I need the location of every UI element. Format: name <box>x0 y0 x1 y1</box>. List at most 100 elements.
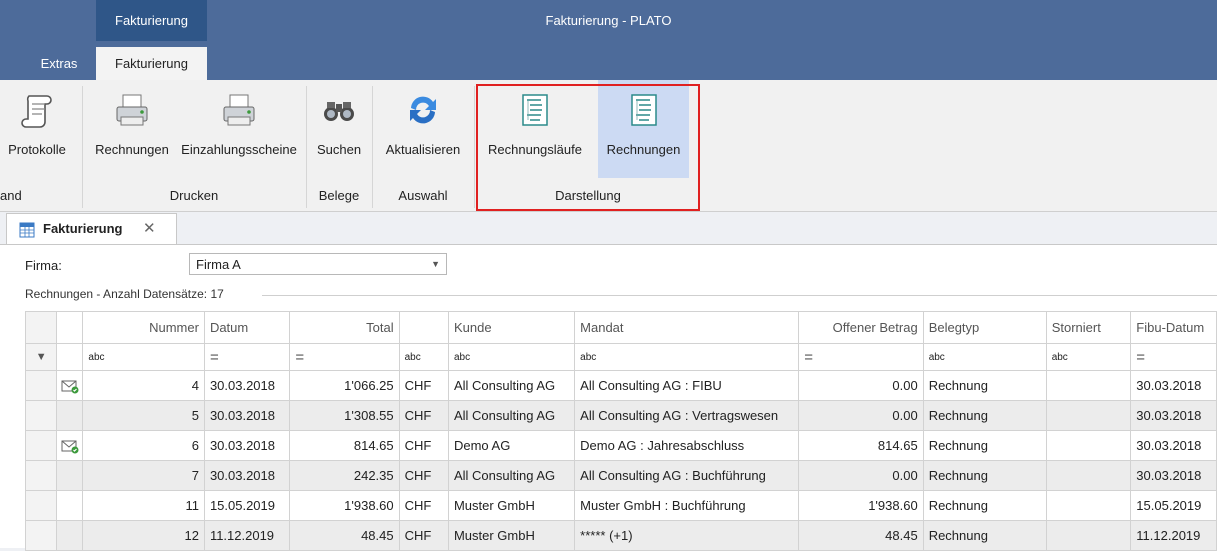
table-row[interactable]: 5 30.03.2018 1'308.55 CHF All Consulting… <box>24 400 1217 431</box>
icon-cell <box>56 400 84 431</box>
cell-waehrung: CHF <box>398 370 449 401</box>
cell-waehrung: CHF <box>398 490 449 521</box>
document-tab-fakturierung[interactable]: Fakturierung ✕ <box>6 213 177 246</box>
cell-mandat: Demo AG : Jahresabschluss <box>574 430 800 461</box>
cell-nummer: 12 <box>82 520 205 551</box>
cell-storniert <box>1045 520 1132 551</box>
table-row[interactable]: 6 30.03.2018 814.65 CHF Demo AG Demo AG … <box>24 430 1217 461</box>
protokolle-label: Protokolle <box>8 142 66 157</box>
firma-select[interactable]: Firma A ▼ <box>189 253 447 275</box>
group-separator <box>474 86 475 208</box>
group-label-partial: and <box>0 188 22 203</box>
cell-belegtyp: Rechnung <box>922 370 1047 401</box>
protokolle-button[interactable]: Protokolle <box>0 80 74 178</box>
filter-cell-datum[interactable]: = <box>203 343 291 371</box>
einzahlungsscheine-label: Einzahlungsscheine <box>181 142 297 157</box>
filter-cell-storniert[interactable]: abc <box>1045 343 1132 371</box>
cell-offener-betrag: 0.00 <box>798 460 924 491</box>
cell-kunde: All Consulting AG <box>447 460 576 491</box>
cell-belegtyp: Rechnung <box>922 400 1047 431</box>
title-bar: Fakturierung Fakturierung - PLATO Extras… <box>0 0 1217 80</box>
table-row[interactable]: 7 30.03.2018 242.35 CHF All Consulting A… <box>24 460 1217 491</box>
cell-datum: 11.12.2019 <box>203 520 291 551</box>
filter-cell-kunde[interactable]: abc <box>447 343 576 371</box>
header-row: Nummer Datum Total Kunde Mandat Offener … <box>24 311 1217 344</box>
icon-cell <box>56 370 84 401</box>
table-row[interactable]: 11 15.05.2019 1'938.60 CHF Muster GmbH M… <box>24 490 1217 521</box>
column-header-belegtyp[interactable]: Belegtyp <box>922 311 1047 344</box>
cell-nummer: 11 <box>82 490 205 521</box>
icon-cell <box>56 430 84 461</box>
cell-kunde: All Consulting AG <box>447 400 576 431</box>
cell-mandat: ***** (+1) <box>574 520 800 551</box>
aktualisieren-button[interactable]: Aktualisieren <box>376 80 470 178</box>
main-panel: Firma: Firma A ▼ Rechnungen - Anzahl Dat… <box>0 244 1217 551</box>
highlight-box <box>476 84 700 211</box>
cell-fibu-datum: 15.05.2019 <box>1130 490 1217 521</box>
cell-fibu-datum: 30.03.2018 <box>1130 430 1217 461</box>
close-icon[interactable]: ✕ <box>143 219 156 237</box>
cell-total: 1'308.55 <box>289 400 400 431</box>
cell-nummer: 4 <box>82 370 205 401</box>
row-indicator <box>24 400 58 431</box>
cell-mandat: All Consulting AG : Buchführung <box>574 460 800 491</box>
column-header-fibu-datum[interactable]: Fibu-Datum <box>1130 311 1217 344</box>
column-header-datum[interactable]: Datum <box>203 311 291 344</box>
filter-cell-total[interactable]: = <box>289 343 400 371</box>
filter-cell <box>56 343 84 371</box>
cell-belegtyp: Rechnung <box>922 490 1047 521</box>
cell-nummer: 7 <box>82 460 205 491</box>
cell-storniert <box>1045 400 1132 431</box>
group-label-drucken: Drucken <box>169 188 219 203</box>
icon-cell <box>56 490 84 521</box>
row-indicator-header <box>24 311 58 344</box>
table-row[interactable]: 12 11.12.2019 48.45 CHF Muster GmbH ****… <box>24 520 1217 551</box>
scroll-icon <box>21 95 52 128</box>
suchen-button[interactable]: Suchen <box>310 80 368 178</box>
document-tab-label: Fakturierung <box>43 221 123 236</box>
filter-cell-waehrung[interactable]: abc <box>398 343 449 371</box>
spreadsheet-icon <box>19 222 35 238</box>
filter-cell-nummer[interactable]: abc <box>82 343 205 371</box>
filter-row: ▼ abc = = abc abc abc = abc abc = <box>24 343 1217 371</box>
tab-fakturierung[interactable]: Fakturierung <box>96 47 207 80</box>
cell-datum: 30.03.2018 <box>203 430 291 461</box>
filter-icon[interactable]: ▼ <box>24 343 58 371</box>
cell-offener-betrag: 1'938.60 <box>798 490 924 521</box>
row-indicator <box>24 490 58 521</box>
filter-cell-fibu-datum[interactable]: = <box>1130 343 1217 371</box>
cell-storniert <box>1045 370 1132 401</box>
cell-total: 814.65 <box>289 430 400 461</box>
cell-total: 48.45 <box>289 520 400 551</box>
column-header-total[interactable]: Total <box>289 311 400 344</box>
column-header-mandat[interactable]: Mandat <box>574 311 800 344</box>
row-indicator <box>24 520 58 551</box>
context-tab-fakturierung[interactable]: Fakturierung <box>96 0 207 41</box>
table-row[interactable]: 4 30.03.2018 1'066.25 CHF All Consulting… <box>24 370 1217 401</box>
filter-cell-mandat[interactable]: abc <box>574 343 800 371</box>
cell-kunde: Muster GmbH <box>447 520 576 551</box>
filter-cell-offener-betrag[interactable]: = <box>798 343 924 371</box>
cell-datum: 30.03.2018 <box>203 400 291 431</box>
column-header-nummer[interactable]: Nummer <box>82 311 205 344</box>
group-label-belege: Belege <box>318 188 360 203</box>
cell-kunde: Muster GmbH <box>447 490 576 521</box>
suchen-label: Suchen <box>316 142 362 157</box>
cell-offener-betrag: 48.45 <box>798 520 924 551</box>
column-header-waehrung[interactable] <box>398 311 449 344</box>
cell-belegtyp: Rechnung <box>922 460 1047 491</box>
column-header-storniert[interactable]: Storniert <box>1045 311 1132 344</box>
tab-extras[interactable]: Extras <box>24 47 94 80</box>
column-header-offener-betrag[interactable]: Offener Betrag <box>798 311 924 344</box>
cell-waehrung: CHF <box>398 520 449 551</box>
binoculars-icon <box>324 102 354 121</box>
printer-icon <box>116 94 148 126</box>
einzahlungsscheine-button[interactable]: Einzahlungsscheine <box>176 80 302 178</box>
rechnungen-print-label: Rechnungen <box>95 142 169 157</box>
printer-icon <box>223 94 255 126</box>
filter-cell-belegtyp[interactable]: abc <box>922 343 1047 371</box>
rechnungen-print-button[interactable]: Rechnungen <box>90 80 174 178</box>
chevron-down-icon[interactable]: ▼ <box>431 259 440 269</box>
cell-fibu-datum: 11.12.2019 <box>1130 520 1217 551</box>
column-header-kunde[interactable]: Kunde <box>447 311 576 344</box>
